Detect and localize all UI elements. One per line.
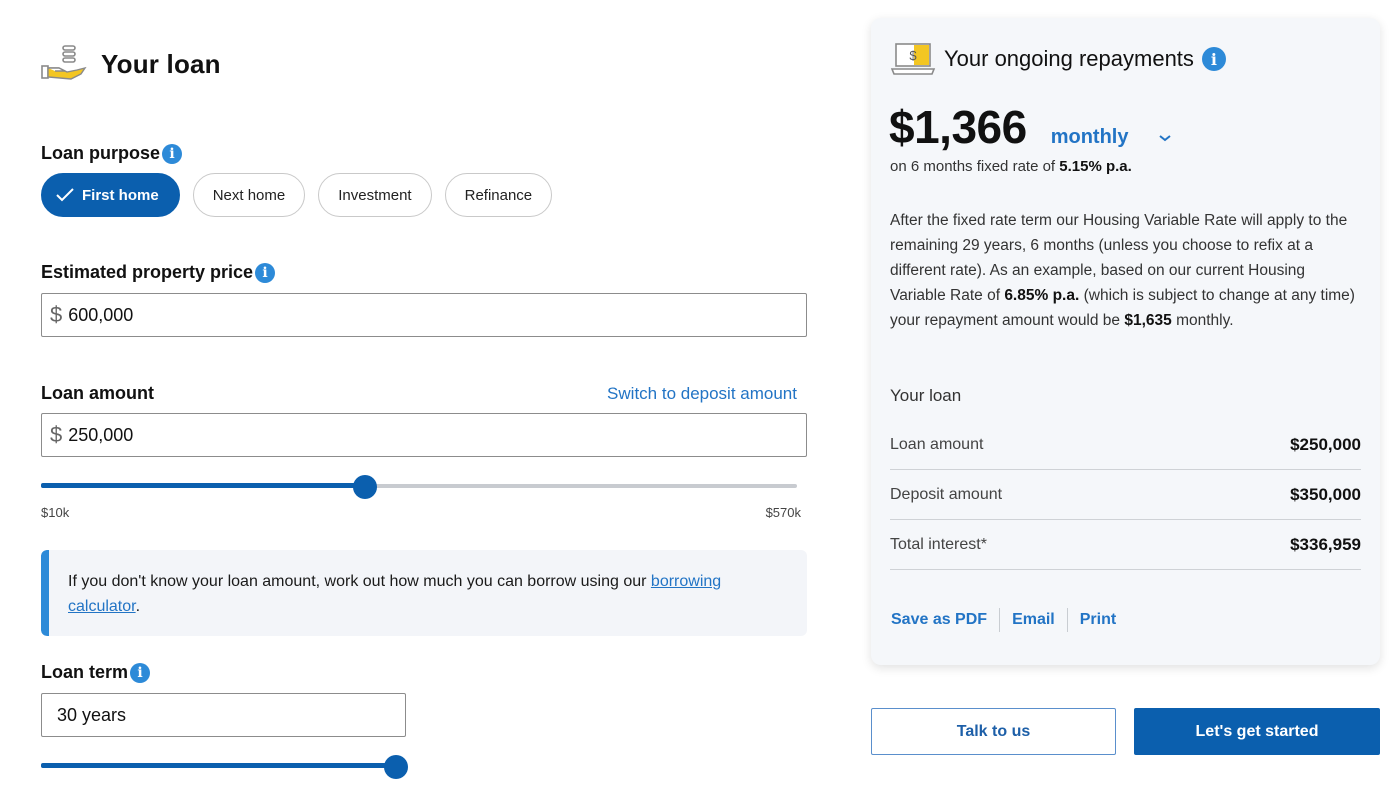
page-title: Your loan: [101, 48, 221, 79]
repayments-card: $ Your ongoing repayments i $1,366 month…: [871, 18, 1380, 665]
para-part3: monthly.: [1171, 312, 1234, 329]
slider-fill: [41, 763, 396, 768]
variable-repayment-amount: $1,635: [1124, 312, 1172, 329]
repayment-amount-row: $1,366 monthly: [889, 100, 1172, 154]
hand-coins-icon: [41, 45, 87, 80]
check-icon: [56, 188, 74, 202]
loan-purpose-label: Loan purpose i: [41, 143, 183, 164]
email-link[interactable]: Email: [1012, 611, 1055, 629]
slider-max-label: $570k: [765, 505, 801, 520]
purpose-option-label: Refinance: [464, 186, 533, 204]
frequency-value: monthly: [1050, 126, 1129, 148]
property-price-label-text: Estimated property price: [41, 262, 254, 282]
slider-min-label: $10k: [41, 505, 70, 520]
print-link[interactable]: Print: [1080, 611, 1116, 629]
dollar-icon: $: [50, 302, 63, 327]
loan-amount-value[interactable]: 250,000: [68, 425, 133, 446]
borrowing-notice: If you don't know your loan amount, work…: [41, 550, 807, 636]
property-price-input[interactable]: $ 600,000: [41, 293, 807, 337]
repayment-amount: $1,366: [889, 101, 1027, 153]
talk-to-us-button[interactable]: Talk to us: [871, 708, 1116, 755]
loan-amount-label: Loan amount: [41, 383, 154, 404]
frequency-dropdown[interactable]: monthly: [1051, 126, 1173, 149]
notice-accent-bar: [41, 550, 49, 636]
notice-text: If you don't know your loan amount, work…: [68, 569, 787, 619]
info-icon[interactable]: i: [255, 262, 276, 283]
loan-amount-slider[interactable]: [41, 475, 797, 499]
loan-amount-input[interactable]: $ 250,000: [41, 413, 807, 457]
info-icon[interactable]: i: [1201, 47, 1226, 71]
loan-header: Your loan: [41, 44, 221, 84]
summary-label: Total interest*: [890, 535, 987, 553]
your-loan-subtitle: Your loan: [890, 386, 962, 405]
switch-to-deposit-link[interactable]: Switch to deposit amount: [607, 384, 797, 404]
purpose-option-investment[interactable]: Investment: [318, 173, 432, 217]
purpose-option-label: First home: [82, 186, 159, 204]
notice-text-before: If you don't know your loan amount, work…: [68, 573, 651, 590]
loan-summary-table: Loan amount $250,000 Deposit amount $350…: [890, 420, 1361, 570]
loan-term-value[interactable]: 30 years: [57, 705, 126, 726]
info-icon[interactable]: i: [162, 143, 183, 164]
get-started-button[interactable]: Let's get started: [1134, 708, 1380, 755]
loan-term-label: Loan term i: [41, 662, 151, 683]
card-header: $ Your ongoing repayments i: [890, 41, 1226, 77]
laptop-dollar-icon: $: [890, 43, 936, 75]
summary-label: Loan amount: [890, 435, 984, 453]
fixed-rate-line: on 6 months fixed rate of 5.15% p.a.: [890, 158, 1132, 175]
loan-purpose-label-text: Loan purpose: [41, 143, 161, 163]
dollar-icon: $: [50, 422, 63, 447]
rate-line-prefix: on 6 months fixed rate of: [890, 158, 1060, 175]
slider-fill: [41, 483, 365, 488]
notice-text-after: .: [135, 598, 141, 615]
variable-rate-explanation: After the fixed rate term our Housing Va…: [890, 208, 1360, 333]
summary-value: $350,000: [1290, 484, 1361, 504]
purpose-option-label: Investment: [338, 186, 412, 204]
property-price-label: Estimated property price i: [41, 262, 276, 283]
summary-row: Deposit amount $350,000: [890, 470, 1361, 520]
loan-term-slider[interactable]: [41, 755, 408, 779]
loan-term-label-text: Loan term: [41, 662, 129, 682]
summary-value: $336,959: [1290, 534, 1361, 554]
info-icon[interactable]: i: [130, 662, 151, 683]
purpose-option-refinance[interactable]: Refinance: [444, 173, 553, 217]
variable-rate-value: 6.85% p.a.: [1004, 287, 1080, 304]
divider: [999, 608, 1001, 632]
chevron-down-icon: [1159, 134, 1172, 141]
loan-term-input[interactable]: 30 years: [41, 693, 406, 737]
loan-purpose-options: First home Next home Investment Refinanc…: [41, 173, 553, 217]
summary-row: Total interest* $336,959: [890, 520, 1361, 570]
card-actions: Save as PDF Email Print: [891, 608, 1116, 632]
summary-label: Deposit amount: [890, 485, 1003, 503]
purpose-option-next-home[interactable]: Next home: [192, 173, 306, 217]
purpose-option-label: Next home: [212, 186, 286, 204]
card-title: Your ongoing repayments: [944, 46, 1194, 71]
svg-text:$: $: [909, 48, 917, 63]
divider: [1066, 608, 1068, 632]
summary-value: $250,000: [1290, 434, 1361, 454]
purpose-option-first-home[interactable]: First home: [41, 173, 180, 217]
fixed-rate-value: 5.15% p.a.: [1059, 158, 1132, 175]
slider-thumb[interactable]: [384, 755, 408, 779]
save-as-pdf-link[interactable]: Save as PDF: [891, 611, 987, 629]
slider-thumb[interactable]: [353, 475, 377, 499]
summary-row: Loan amount $250,000: [890, 420, 1361, 470]
property-price-value[interactable]: 600,000: [68, 305, 133, 326]
loan-amount-label-text: Loan amount: [41, 383, 154, 403]
